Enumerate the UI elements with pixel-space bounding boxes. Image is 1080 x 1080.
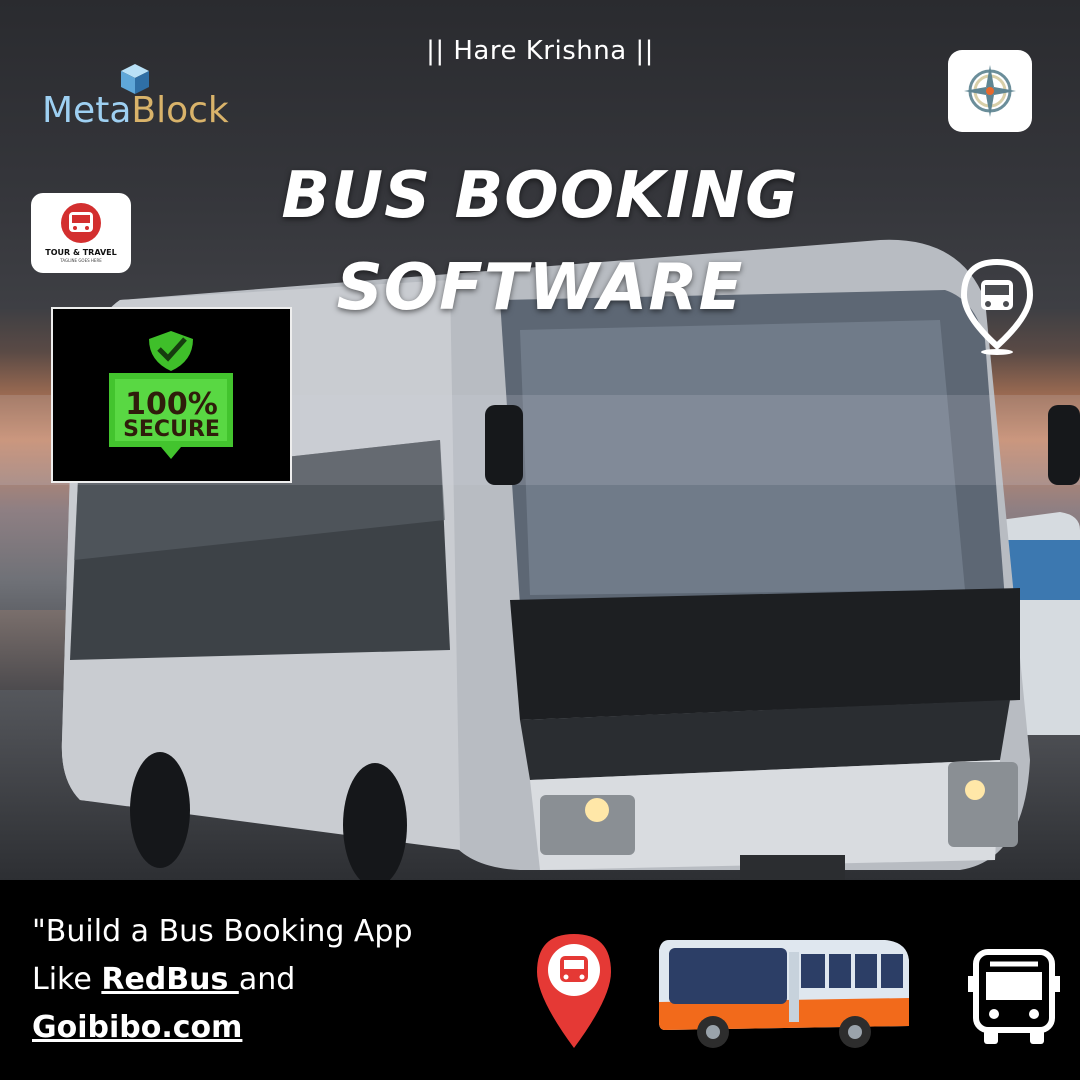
compass-card [948, 50, 1032, 132]
headline-line-2: SOFTWARE [336, 251, 744, 325]
bus-front-icon [968, 949, 1060, 1044]
compass-icon [964, 65, 1016, 117]
logo-wordmark: MetaBlock [42, 90, 229, 131]
cta-and: and [238, 962, 296, 997]
headline: BUS BOOKING SOFTWARE [200, 150, 880, 334]
bus-stop-pin-icon [537, 934, 611, 1048]
redbus-link[interactable]: RedBus [101, 962, 238, 997]
tour-badge-subtitle: TAGLINE GOES HERE [60, 258, 102, 263]
cta-line-2: Like RedBus and [32, 956, 502, 1004]
poster: || Hare Krishna || BUS BOOKING SOFTWARE … [0, 0, 1080, 1080]
bus-illustration-icon [659, 940, 909, 1048]
tour-travel-badge: TOUR & TRAVEL TAGLINE GOES HERE [31, 193, 131, 273]
logo-block: Block [131, 90, 229, 131]
secure-badge: 100% SECURE [51, 307, 292, 483]
cta-text: "Build a Bus Booking App Like RedBus and… [32, 908, 502, 1052]
cta-line-1: "Build a Bus Booking App [32, 914, 413, 949]
secure-word: SECURE [123, 417, 220, 442]
tour-bus-logo-icon [61, 203, 101, 243]
logo-meta: Meta [42, 90, 132, 131]
bus-location-pin-icon [960, 258, 1034, 355]
tour-badge-title: TOUR & TRAVEL [45, 248, 117, 257]
goibibo-link[interactable]: Goibibo.com [32, 1010, 242, 1045]
headline-line-1: BUS BOOKING [281, 159, 799, 233]
cta-like: Like [32, 962, 102, 997]
metablock-logo: MetaBlock [42, 60, 252, 140]
cta-line-3: Goibibo.com [32, 1004, 502, 1052]
